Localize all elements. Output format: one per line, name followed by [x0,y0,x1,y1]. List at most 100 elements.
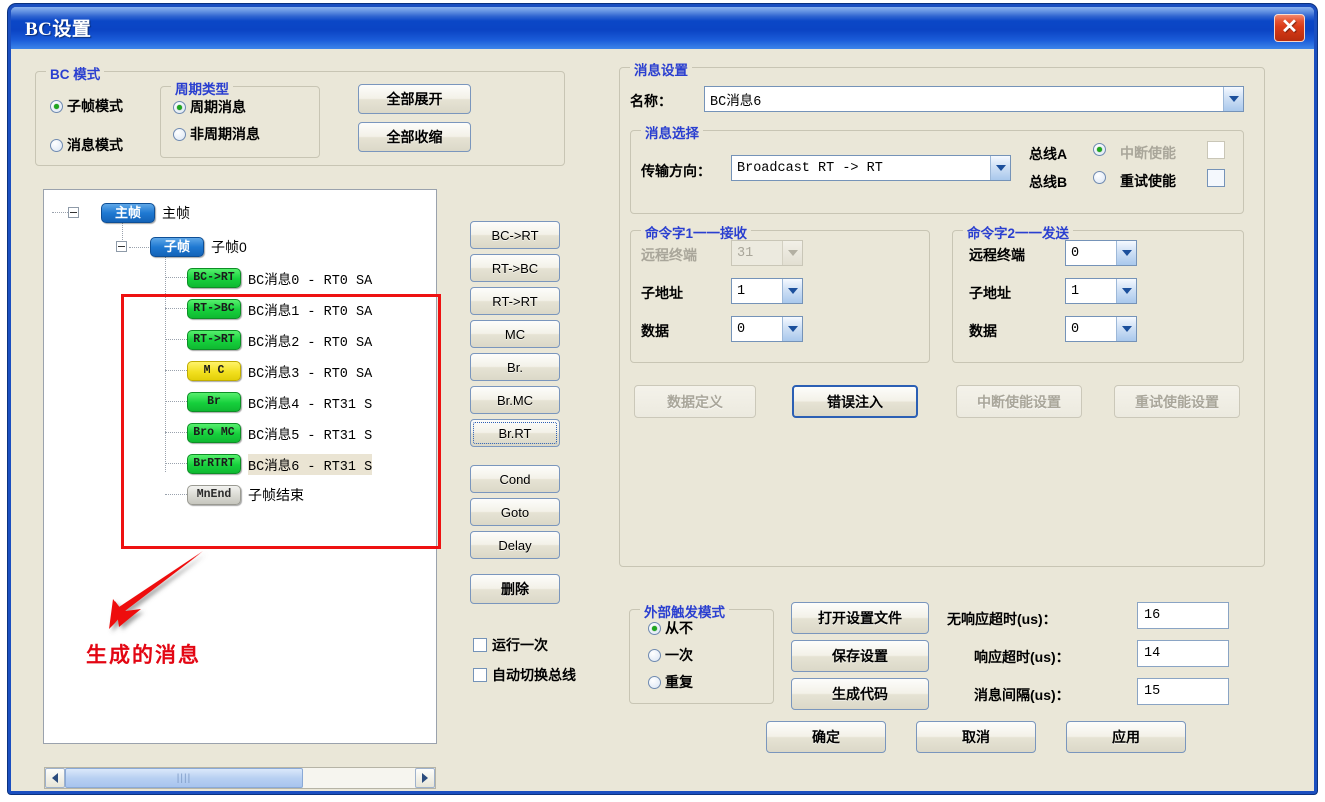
button-bc-to-rt[interactable]: BC->RT [470,221,560,249]
chevron-down-icon[interactable] [782,317,802,341]
tree-node-main-frame[interactable]: 主帧 主帧 [101,200,190,226]
cw1-sa-combo[interactable]: 1 [731,278,803,304]
scroll-grip-icon: |||| [177,773,191,784]
checkbox-mark [473,638,487,652]
command-word-2-title: 命令字2一一发送 [963,222,1073,242]
radio-acyclic-message[interactable]: 非周期消息 [173,124,260,144]
tree-node-message[interactable]: RT->RT BC消息2 - RT0 SA [187,327,372,353]
annotation-label: 生成的消息 [86,639,201,669]
tree-connector [165,370,187,371]
button-retry-enable-setting[interactable]: 重试使能设置 [1114,385,1240,418]
command-word-1-group: 命令字1一一接收 远程终端 31 子地址 1 数据 0 [630,230,930,363]
title-bar: BC设置 ✕ [11,7,1314,49]
tree-node-subframe-end[interactable]: MnEnd 子帧结束 [187,482,304,508]
retry-enable-label: 重试使能 [1120,171,1176,191]
radio-message-mode[interactable]: 消息模式 [50,135,123,155]
external-trigger-group: 外部触发模式 从不 一次 重复 [629,609,774,704]
tree-horizontal-scrollbar[interactable]: |||| [44,767,436,789]
tree-expander-main-frame[interactable] [68,207,79,218]
button-delete[interactable]: 删除 [470,574,560,604]
button-save-settings[interactable]: 保存设置 [791,640,929,672]
node-badge: Br [187,392,241,412]
scroll-track[interactable]: |||| [65,768,415,788]
radio-subframe-mode[interactable]: 子帧模式 [50,96,123,116]
scroll-left-icon[interactable] [45,768,65,788]
chevron-down-icon[interactable] [990,156,1010,180]
button-ok[interactable]: 确定 [766,721,886,753]
cw1-rt-combo: 31 [731,240,803,266]
tree-node-message[interactable]: Bro MC BC消息5 - RT31 S [187,420,372,446]
scroll-right-icon[interactable] [415,768,435,788]
expand-all-button[interactable]: 全部展开 [358,84,471,114]
chevron-down-icon[interactable] [1116,279,1136,303]
node-label: BC消息0 - RT0 SA [248,268,372,289]
tree-connector [165,432,187,433]
node-badge: RT->RT [187,330,241,350]
scroll-thumb[interactable]: |||| [65,768,303,788]
radio-cyclic-message[interactable]: 周期消息 [173,97,246,117]
checkbox-interrupt-enable[interactable] [1207,141,1225,159]
button-open-settings-file[interactable]: 打开设置文件 [791,602,929,634]
response-timeout-input[interactable]: 14 [1137,640,1229,667]
button-interrupt-enable-setting[interactable]: 中断使能设置 [956,385,1082,418]
node-badge: M C [187,361,241,381]
chevron-down-icon[interactable] [1223,87,1243,111]
button-cond[interactable]: Cond [470,465,560,493]
button-rt-to-bc[interactable]: RT->BC [470,254,560,282]
tree-node-message[interactable]: Br BC消息4 - RT31 S [187,389,372,415]
cycle-type-title: 周期类型 [171,78,233,98]
button-broadcast[interactable]: Br. [470,353,560,381]
cw1-data-label: 数据 [641,321,669,341]
button-generate-code[interactable]: 生成代码 [791,678,929,710]
radio-bus-b[interactable] [1093,171,1110,184]
tree-connector [165,401,187,402]
tree-node-subframe[interactable]: 子帧 子帧0 [150,234,247,260]
chevron-down-icon[interactable] [1116,241,1136,265]
tree-node-message[interactable]: RT->BC BC消息1 - RT0 SA [187,296,372,322]
checkbox-run-once[interactable]: 运行一次 [473,635,548,655]
chevron-down-icon[interactable] [1116,317,1136,341]
name-combo[interactable]: BC消息6 [704,86,1244,112]
tree-expander-subframe[interactable] [116,241,127,252]
tree-connector [52,212,68,213]
radio-trigger-once[interactable]: 一次 [648,645,693,665]
radio-label: 非周期消息 [190,124,260,144]
collapse-all-button[interactable]: 全部收缩 [358,122,471,152]
checkbox-retry-enable[interactable] [1207,169,1225,187]
direction-value: Broadcast RT -> RT [732,161,990,176]
node-badge: 主帧 [101,203,155,223]
message-interval-input[interactable]: 15 [1137,678,1229,705]
button-rt-to-rt[interactable]: RT->RT [470,287,560,315]
close-icon[interactable]: ✕ [1274,14,1305,42]
button-error-injection[interactable]: 错误注入 [792,385,918,418]
button-cancel[interactable]: 取消 [916,721,1036,753]
button-mc[interactable]: MC [470,320,560,348]
cw2-sa-combo[interactable]: 1 [1065,278,1137,304]
radio-label: 消息模式 [67,135,123,155]
tree-node-message[interactable]: M C BC消息3 - RT0 SA [187,358,372,384]
button-goto[interactable]: Goto [470,498,560,526]
button-delay[interactable]: Delay [470,531,560,559]
cw2-data-combo[interactable]: 0 [1065,316,1137,342]
cw2-rt-combo[interactable]: 0 [1065,240,1137,266]
button-broadcast-rt[interactable]: Br.RT [470,419,560,447]
no-response-timeout-input[interactable]: 16 [1137,602,1229,629]
direction-label: 传输方向： [641,161,711,181]
bus-a-label: 总线A [1029,144,1067,164]
chevron-down-icon[interactable] [782,279,802,303]
cycle-type-group: 周期类型 周期消息 非周期消息 [160,86,320,158]
bc-settings-dialog: BC设置 ✕ BC 模式 子帧模式 消息模式 周期类型 周期消息 [8,4,1317,794]
radio-bus-a[interactable] [1093,143,1110,156]
tree-node-message-selected[interactable]: BrRTRT BC消息6 - RT31 S [187,451,372,477]
bc-mode-title: BC 模式 [46,63,104,83]
button-broadcast-mc[interactable]: Br.MC [470,386,560,414]
radio-trigger-repeat[interactable]: 重复 [648,672,693,692]
radio-trigger-never[interactable]: 从不 [648,618,693,638]
cw1-data-combo[interactable]: 0 [731,316,803,342]
checkbox-auto-switch-bus[interactable]: 自动切换总线 [473,665,576,685]
button-apply[interactable]: 应用 [1066,721,1186,753]
direction-combo[interactable]: Broadcast RT -> RT [731,155,1011,181]
chevron-down-icon [782,241,802,265]
tree-node-message[interactable]: BC->RT BC消息0 - RT0 SA [187,265,372,291]
button-data-definition[interactable]: 数据定义 [634,385,756,418]
